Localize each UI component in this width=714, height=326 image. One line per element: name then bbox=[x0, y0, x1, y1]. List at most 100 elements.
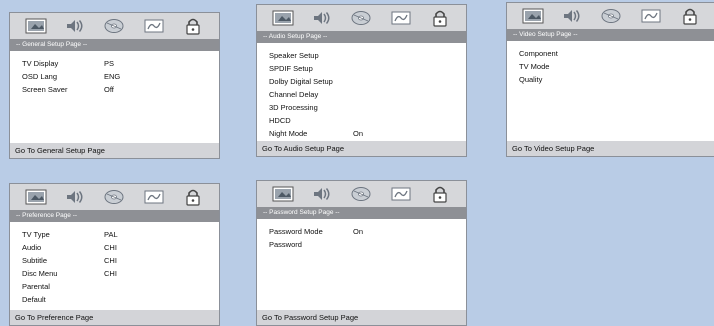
lock-icon[interactable] bbox=[181, 16, 205, 36]
setup-options: Password Mode On Password bbox=[257, 219, 466, 251]
option-row-parental[interactable]: Parental bbox=[22, 280, 219, 293]
option-label: TV Mode bbox=[519, 62, 550, 71]
status-footer: Go To General Setup Page bbox=[10, 143, 219, 158]
option-label: Disc Menu bbox=[22, 269, 58, 278]
speaker-icon[interactable] bbox=[560, 6, 584, 26]
status-footer: Go To Audio Setup Page bbox=[257, 141, 466, 156]
setup-tab-bar bbox=[10, 184, 219, 210]
option-label: Parental bbox=[22, 282, 50, 291]
setup-options: Component TV Mode Quality bbox=[507, 41, 714, 86]
lock-icon[interactable] bbox=[428, 8, 452, 28]
page-header: -- Password Setup Page -- bbox=[257, 207, 466, 219]
status-footer: Go To Video Setup Page bbox=[507, 141, 714, 156]
password-setup-panel: -- Password Setup Page -- Password Mode O… bbox=[256, 180, 467, 326]
option-row-3d-processing[interactable]: 3D Processing bbox=[269, 101, 466, 114]
tv-display-icon[interactable] bbox=[24, 187, 48, 207]
lock-icon[interactable] bbox=[428, 184, 452, 204]
preference-panel: -- Preference Page -- TV Type PAL Audio CH… bbox=[9, 183, 220, 326]
option-row-dolby-digital-setup[interactable]: Dolby Digital Setup bbox=[269, 75, 466, 88]
option-row-component[interactable]: Component bbox=[519, 47, 714, 60]
option-row-default[interactable]: Default bbox=[22, 293, 219, 306]
setup-tab-bar bbox=[257, 181, 466, 207]
speaker-icon[interactable] bbox=[310, 8, 334, 28]
preference-icon[interactable] bbox=[389, 184, 413, 204]
option-label: HDCD bbox=[269, 116, 291, 125]
option-label: Password bbox=[269, 240, 302, 249]
option-row-night-mode[interactable]: Night Mode On bbox=[269, 127, 466, 140]
tv-display-icon[interactable] bbox=[24, 16, 48, 36]
page-header: -- Audio Setup Page -- bbox=[257, 31, 466, 43]
option-label: Default bbox=[22, 295, 46, 304]
option-row-osd-lang[interactable]: OSD Lang ENG bbox=[22, 70, 219, 83]
setup-tab-bar bbox=[257, 5, 466, 31]
disc-icon[interactable] bbox=[599, 6, 623, 26]
speaker-icon[interactable] bbox=[63, 187, 87, 207]
option-label: TV Display bbox=[22, 59, 59, 68]
status-footer: Go To Password Setup Page bbox=[257, 310, 466, 325]
option-row-subtitle[interactable]: Subtitle CHI bbox=[22, 254, 219, 267]
option-label: Quality bbox=[519, 75, 543, 84]
option-row-password[interactable]: Password bbox=[269, 238, 466, 251]
option-row-tv-display[interactable]: TV Display PS bbox=[22, 57, 219, 70]
option-row-disc-menu[interactable]: Disc Menu CHI bbox=[22, 267, 219, 280]
speaker-icon[interactable] bbox=[310, 184, 334, 204]
page-header: -- General Setup Page -- bbox=[10, 39, 219, 51]
option-row-speaker-setup[interactable]: Speaker Setup bbox=[269, 49, 466, 62]
option-row-audio[interactable]: Audio CHI bbox=[22, 241, 219, 254]
lock-icon[interactable] bbox=[678, 6, 702, 26]
preference-icon[interactable] bbox=[142, 187, 166, 207]
option-row-hdcd[interactable]: HDCD bbox=[269, 114, 466, 127]
preference-icon[interactable] bbox=[142, 16, 166, 36]
setup-options: TV Type PAL Audio CHI Subtitle CHI Disc Men… bbox=[10, 222, 219, 306]
option-row-channel-delay[interactable]: Channel Delay bbox=[269, 88, 466, 101]
option-label: Dolby Digital Setup bbox=[269, 77, 333, 86]
setup-options: TV Display PS OSD Lang ENG Screen Saver Off bbox=[10, 51, 219, 96]
option-value: On bbox=[353, 129, 364, 138]
disc-icon[interactable] bbox=[349, 8, 373, 28]
option-label: SPDIF Setup bbox=[269, 64, 313, 73]
option-label: Component bbox=[519, 49, 558, 58]
tv-display-icon[interactable] bbox=[521, 6, 545, 26]
option-label: Speaker Setup bbox=[269, 51, 319, 60]
option-label: Screen Saver bbox=[22, 85, 68, 94]
setup-tab-bar bbox=[10, 13, 219, 39]
speaker-icon[interactable] bbox=[63, 16, 87, 36]
option-label: Password Mode bbox=[269, 227, 323, 236]
video-setup-panel: -- Video Setup Page -- Component TV Mode… bbox=[506, 2, 714, 157]
general-setup-panel: -- General Setup Page -- TV Display PS OS… bbox=[9, 12, 220, 159]
disc-icon[interactable] bbox=[102, 16, 126, 36]
preference-icon[interactable] bbox=[639, 6, 663, 26]
option-value: CHI bbox=[104, 256, 117, 265]
setup-tab-bar bbox=[507, 3, 714, 29]
option-row-spdif-setup[interactable]: SPDIF Setup bbox=[269, 62, 466, 75]
option-value: PAL bbox=[104, 230, 118, 239]
option-label: TV Type bbox=[22, 230, 50, 239]
preference-icon[interactable] bbox=[389, 8, 413, 28]
option-label: OSD Lang bbox=[22, 72, 58, 81]
option-label: Night Mode bbox=[269, 129, 308, 138]
option-label: Subtitle bbox=[22, 256, 48, 265]
option-label: Audio bbox=[22, 243, 42, 252]
option-row-tv-mode[interactable]: TV Mode bbox=[519, 60, 714, 73]
option-value: Off bbox=[104, 85, 114, 94]
disc-icon[interactable] bbox=[102, 187, 126, 207]
option-row-screen-saver[interactable]: Screen Saver Off bbox=[22, 83, 219, 96]
option-value: CHI bbox=[104, 269, 117, 278]
option-value: On bbox=[353, 227, 364, 236]
lock-icon[interactable] bbox=[181, 187, 205, 207]
option-value: CHI bbox=[104, 243, 117, 252]
disc-icon[interactable] bbox=[349, 184, 373, 204]
option-row-quality[interactable]: Quality bbox=[519, 73, 714, 86]
tv-display-icon[interactable] bbox=[271, 8, 295, 28]
tv-display-icon[interactable] bbox=[271, 184, 295, 204]
option-row-password-mode[interactable]: Password Mode On bbox=[269, 225, 466, 238]
status-footer: Go To Preference Page bbox=[10, 310, 219, 325]
option-label: 3D Processing bbox=[269, 103, 318, 112]
option-value: PS bbox=[104, 59, 115, 68]
page-header: -- Video Setup Page -- bbox=[507, 29, 714, 41]
option-label: Channel Delay bbox=[269, 90, 319, 99]
page-header: -- Preference Page -- bbox=[10, 210, 219, 222]
setup-options: Speaker Setup SPDIF Setup Dolby Digital … bbox=[257, 43, 466, 140]
option-row-tv-type[interactable]: TV Type PAL bbox=[22, 228, 219, 241]
audio-setup-panel: -- Audio Setup Page -- Speaker Setup SPD… bbox=[256, 4, 467, 157]
